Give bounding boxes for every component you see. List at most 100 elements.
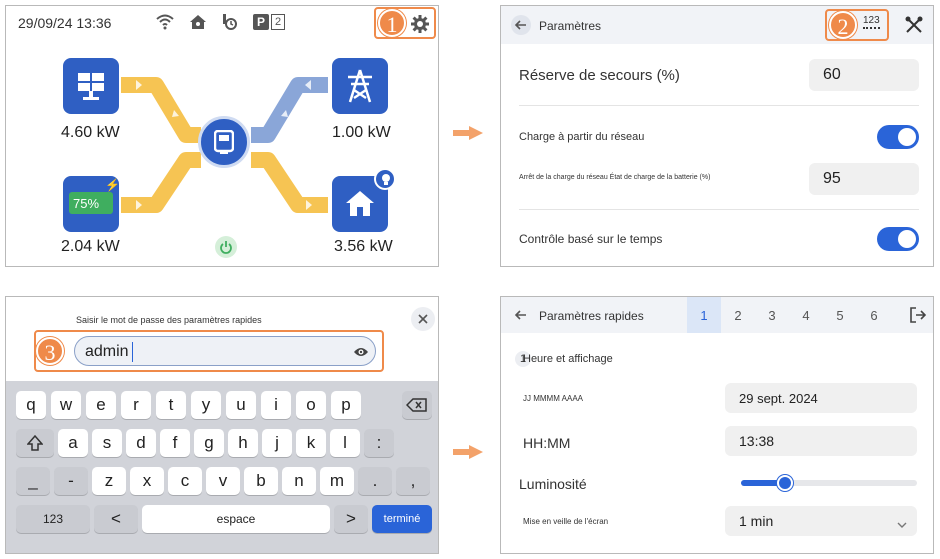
sleep-value: 1 min xyxy=(739,513,774,529)
key-p[interactable]: p xyxy=(331,391,361,419)
key-y[interactable]: y xyxy=(191,391,221,419)
close-button[interactable] xyxy=(411,307,435,331)
shift-key[interactable] xyxy=(16,429,54,457)
sleep-select[interactable]: 1 min xyxy=(725,506,917,536)
key-comma[interactable]: , xyxy=(396,467,430,495)
numeric-keypad-label: 123 xyxy=(863,15,880,26)
key-period[interactable]: . xyxy=(358,467,392,495)
cursor-left-key[interactable]: < xyxy=(94,505,138,533)
key-z[interactable]: z xyxy=(92,467,126,495)
battery-soc-text: 75% xyxy=(73,196,100,211)
key-g[interactable]: g xyxy=(194,429,224,457)
done-key[interactable]: terminé xyxy=(372,505,432,533)
page-tabs: 1 2 3 4 5 6 xyxy=(687,297,891,333)
text-cursor xyxy=(132,342,133,362)
key-w[interactable]: w xyxy=(51,391,81,419)
back-arrow-icon[interactable] xyxy=(511,305,531,330)
key-j[interactable]: j xyxy=(262,429,292,457)
key-o[interactable]: o xyxy=(296,391,326,419)
key-c[interactable]: c xyxy=(168,467,202,495)
key-m[interactable]: m xyxy=(320,467,354,495)
key-underscore[interactable]: _ xyxy=(16,467,50,495)
key-k[interactable]: k xyxy=(296,429,326,457)
section-title: Heure et affichage xyxy=(523,353,613,365)
home-network-icon xyxy=(189,13,207,36)
key-v[interactable]: v xyxy=(206,467,240,495)
key-h[interactable]: h xyxy=(228,429,258,457)
key-d[interactable]: d xyxy=(126,429,156,457)
password-screen: Saisir le mot de passe des paramètres ra… xyxy=(5,296,439,554)
key-i[interactable]: i xyxy=(261,391,291,419)
inverter-node[interactable] xyxy=(198,116,250,168)
tools-icon[interactable] xyxy=(905,16,923,39)
home-power-text: 3.56 kW xyxy=(334,238,393,255)
grid-tile[interactable] xyxy=(332,58,388,114)
time-field[interactable]: 13:38 xyxy=(725,426,917,456)
key-s[interactable]: s xyxy=(92,429,122,457)
password-prompt: Saisir le mot de passe des paramètres ra… xyxy=(76,315,262,325)
grid-charge-stop-label: Arrêt de la charge du réseau État de cha… xyxy=(519,174,711,181)
power-button[interactable] xyxy=(215,236,237,258)
exit-icon[interactable] xyxy=(909,306,927,329)
close-icon xyxy=(418,314,428,324)
key-t[interactable]: t xyxy=(156,391,186,419)
solar-tile[interactable] xyxy=(63,58,119,114)
backup-reserve-field[interactable]: 60 xyxy=(809,59,919,91)
solar-power-text: 4.60 kW xyxy=(61,124,120,141)
page-tab-2[interactable]: 2 xyxy=(721,297,755,333)
date-field[interactable]: 29 sept. 2024 xyxy=(725,383,917,413)
numbers-key[interactable]: 123 xyxy=(16,505,90,533)
grid-charge-stop-field[interactable]: 95 xyxy=(809,163,919,195)
key-a[interactable]: a xyxy=(58,429,88,457)
key-r[interactable]: r xyxy=(121,391,151,419)
timer-icon xyxy=(221,13,237,36)
quick-settings-header: Paramètres rapides 1 2 3 4 5 6 xyxy=(501,297,933,333)
page-tab-3[interactable]: 3 xyxy=(755,297,789,333)
backspace-key[interactable] xyxy=(402,391,432,419)
key-hyphen[interactable]: - xyxy=(54,467,88,495)
key-colon[interactable]: : xyxy=(364,429,394,457)
time-control-toggle[interactable] xyxy=(877,227,919,251)
battery-tile[interactable]: 75% ⚡ xyxy=(63,176,120,232)
numeric-keypad-icon[interactable]: 123 xyxy=(863,15,880,29)
load-badge[interactable] xyxy=(374,168,396,190)
callout-number-2: 2 xyxy=(829,11,857,39)
time-control-label: Contrôle basé sur le temps xyxy=(519,232,663,246)
page-tab-1[interactable]: 1 xyxy=(687,297,721,333)
back-arrow-icon[interactable] xyxy=(511,15,531,35)
brightness-label: Luminosité xyxy=(519,476,587,492)
page-tab-6[interactable]: 6 xyxy=(857,297,891,333)
grid-charge-label: Charge à partir du réseau xyxy=(519,131,645,143)
brightness-slider-thumb[interactable] xyxy=(777,475,793,491)
password-value: admin xyxy=(85,343,129,360)
key-l[interactable]: l xyxy=(330,429,360,457)
key-x[interactable]: x xyxy=(130,467,164,495)
cursor-right-key[interactable]: > xyxy=(334,505,368,533)
backup-reserve-value: 60 xyxy=(823,66,841,83)
eye-icon[interactable] xyxy=(353,345,369,363)
settings-title: Paramètres xyxy=(539,19,602,33)
page-tab-4[interactable]: 4 xyxy=(789,297,823,333)
datetime-text: 29/09/24 13:36 xyxy=(18,15,112,31)
key-q[interactable]: q xyxy=(16,391,46,419)
key-b[interactable]: b xyxy=(244,467,278,495)
key-u[interactable]: u xyxy=(226,391,256,419)
p-mode-badge: P 2 xyxy=(253,14,285,30)
p-mode-letter: P xyxy=(253,14,269,30)
key-f[interactable]: f xyxy=(160,429,190,457)
space-key[interactable]: espace xyxy=(142,505,330,533)
password-input[interactable]: admin xyxy=(74,336,376,366)
key-e[interactable]: e xyxy=(86,391,116,419)
date-value: 29 sept. 2024 xyxy=(739,390,818,406)
flow-arrow-2 xyxy=(453,445,483,459)
lightning-icon: ⚡ xyxy=(105,178,120,192)
settings-gear-icon[interactable] xyxy=(410,14,430,39)
key-n[interactable]: n xyxy=(282,467,316,495)
callout-number-3: 3 xyxy=(36,337,64,365)
time-value: 13:38 xyxy=(739,433,775,449)
chevron-down-icon xyxy=(897,516,907,532)
page-tab-5[interactable]: 5 xyxy=(823,297,857,333)
grid-charge-toggle[interactable] xyxy=(877,125,919,149)
brightness-slider[interactable] xyxy=(741,475,917,491)
settings-screen: Paramètres 2 123 Réserve de secours (%) … xyxy=(500,5,934,267)
